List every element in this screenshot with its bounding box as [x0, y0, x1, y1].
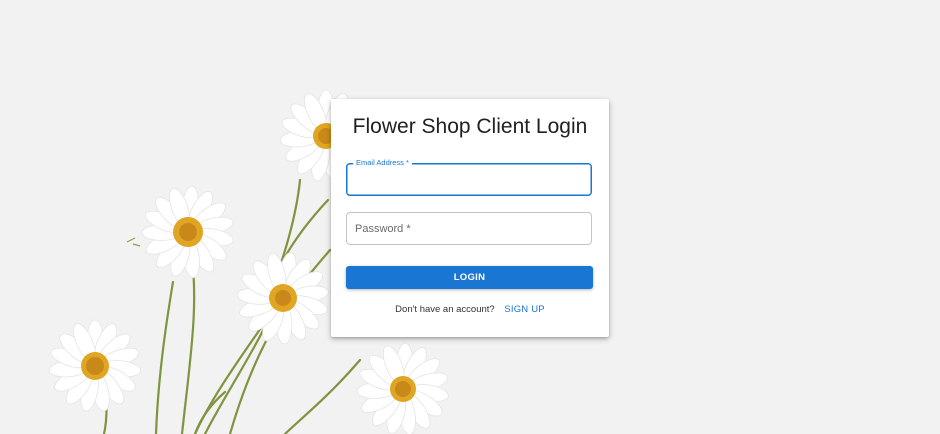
page-title: Flower Shop Client Login: [352, 115, 588, 138]
email-field-wrapper[interactable]: Email Address *: [346, 158, 592, 196]
signup-link[interactable]: SIGN UP: [504, 304, 544, 315]
email-field[interactable]: [347, 164, 591, 195]
signup-prompt: Don't have an account?: [395, 304, 495, 315]
login-card: Flower Shop Client Login Email Address *…: [331, 99, 609, 337]
password-field[interactable]: [347, 213, 591, 244]
login-button[interactable]: LOGIN: [346, 266, 593, 289]
password-field-wrapper[interactable]: [346, 212, 592, 245]
signup-row: Don't have an account? SIGN UP: [331, 304, 609, 315]
